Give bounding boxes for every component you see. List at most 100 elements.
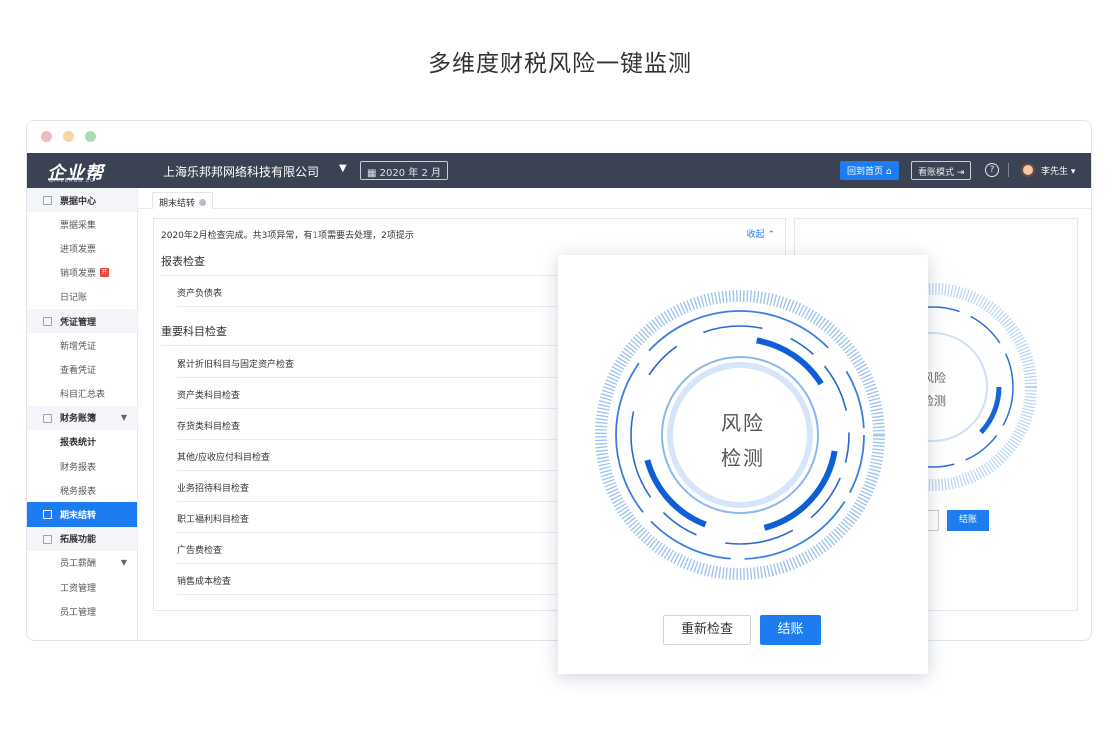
view-mode-button[interactable]: 看账模式 ⇥ [911, 161, 972, 180]
check-item[interactable]: 资产类科目检查 [177, 388, 240, 401]
collapse-label: 收起 [746, 230, 765, 240]
sidebar-item-view-voucher[interactable]: 查看凭证 [27, 357, 137, 381]
divider [177, 306, 561, 307]
sidebar-item-label: 科目汇总表 [60, 390, 106, 401]
grid-icon [43, 534, 52, 544]
company-dropdown-icon[interactable]: ▼ [339, 163, 347, 174]
sidebar-item-payroll[interactable]: 员工薪酬 ▼ [27, 551, 137, 575]
sidebar-item-label: 日记账 [60, 293, 88, 304]
home-button[interactable]: 回到首页 ⌂ [840, 161, 899, 180]
check-item[interactable]: 累计折旧科目与固定资产检查 [177, 357, 294, 370]
home-button-label: 回到首页 [847, 167, 884, 177]
check-item[interactable]: 职工福利科目检查 [177, 512, 249, 525]
risk-label: 风险 [721, 411, 765, 435]
avatar[interactable] [1021, 163, 1035, 177]
sidebar-item-label: 查看凭证 [60, 365, 97, 376]
section-title-report: 报表检查 [161, 255, 205, 268]
sidebar-item-label: 新增凭证 [60, 341, 97, 352]
chevron-down-icon: ▼ [120, 412, 127, 422]
chevron-down-icon: ▼ [120, 557, 127, 567]
divider [161, 275, 561, 276]
exit-icon: ⇥ [956, 168, 965, 178]
ledger-icon [43, 413, 52, 423]
user-menu[interactable]: 李先生 ▾ [1041, 164, 1075, 177]
divider [177, 594, 561, 595]
divider [177, 439, 561, 440]
sidebar-item-account-summary[interactable]: 科目汇总表 [27, 382, 137, 406]
detect-label: 检测 [721, 446, 765, 470]
sidebar-item-label: 工资管理 [60, 583, 97, 594]
background-settle-button[interactable]: 结账 [947, 510, 989, 531]
sidebar-item-label: 税务报表 [60, 486, 97, 497]
sidebar-section-ledgers[interactable]: 财务账簿 ▼ [27, 405, 137, 430]
collapse-link[interactable]: 收起 ⌃ [747, 227, 775, 240]
new-badge: 开 [100, 268, 110, 278]
close-dot-icon[interactable] [41, 131, 52, 142]
calendar-icon: ▦ [367, 168, 380, 179]
sidebar-section-period-close[interactable]: 期末结转 [27, 502, 137, 527]
divider [161, 345, 561, 346]
chevron-up-icon: ⌃ [767, 230, 775, 240]
sidebar-item-tax-reports[interactable]: 税务报表 [27, 478, 137, 502]
divider [177, 408, 561, 409]
check-item[interactable]: 业务招待科目检查 [177, 481, 249, 494]
tab-period-close[interactable]: 期末结转 [152, 192, 214, 209]
sidebar: 票据中心 票据采集 进项发票 销项发票开 日记账 凭证管理 新增凭证 查看凭证 … [27, 188, 138, 640]
window-titlebar [27, 121, 1091, 153]
divider [177, 532, 561, 533]
date-picker[interactable]: ▦ 2020 年 2 月 [360, 161, 448, 180]
sidebar-item-label: 报表统计 [60, 438, 97, 449]
sidebar-section-invoices[interactable]: 票据中心 [27, 188, 137, 213]
sidebar-item-label: 员工薪酬 [60, 559, 97, 570]
divider [177, 470, 561, 471]
check-summary: 2020年2月检查完成。共3项异常，有1项需要去处理，2项提示 [161, 228, 414, 241]
date-value: 2020 年 2 月 [379, 168, 441, 179]
sidebar-item-staff[interactable]: 员工管理 [27, 599, 137, 623]
check-item[interactable]: 广告费检查 [177, 543, 222, 556]
headline: 多维度财税风险一键监测 [428, 51, 692, 77]
logo-subtitle: QIYEBANG.CO [49, 178, 96, 184]
sidebar-section-vouchers[interactable]: 凭证管理 [27, 308, 137, 334]
check-item[interactable]: 存货类科目检查 [177, 419, 240, 432]
maximize-dot-icon[interactable] [85, 131, 96, 142]
recheck-button[interactable]: 重新检查 [663, 615, 751, 645]
sidebar-section-label: 拓展功能 [60, 535, 97, 546]
section-title-accounts: 重要科目检查 [161, 325, 227, 338]
sidebar-item-label: 票据采集 [60, 220, 97, 231]
app-header: 企业帮 QIYEBANG.CO 上海乐邦邦网络科技有限公司 ▼ ▦ 2020 年… [27, 153, 1091, 188]
summary-suffix: 项需要去处理，2项提示 [318, 231, 414, 241]
check-item[interactable]: 资产负债表 [177, 286, 222, 299]
sidebar-item-output-invoice[interactable]: 销项发票开 [27, 261, 137, 285]
sidebar-section-label: 凭证管理 [60, 317, 97, 328]
sidebar-item-financial-reports[interactable]: 财务报表 [27, 454, 137, 478]
divider [177, 563, 561, 564]
summary-prefix: 2020年2月检查完成。共3项异常，有 [161, 231, 313, 241]
tab-label: 期末结转 [159, 199, 196, 209]
sidebar-section-extensions[interactable]: 拓展功能 [27, 526, 137, 551]
sidebar-item-report-stats[interactable]: 报表统计 [27, 430, 137, 454]
sidebar-section-label: 票据中心 [60, 196, 97, 207]
sidebar-item-salary[interactable]: 工资管理 [27, 575, 137, 599]
sidebar-item-label: 进项发票 [60, 244, 97, 255]
username: 李先生 [1041, 167, 1069, 177]
check-item[interactable]: 其他/应收应付科目检查 [177, 450, 270, 463]
view-mode-label: 看账模式 [918, 168, 955, 178]
calendar-icon [43, 510, 52, 520]
settle-button[interactable]: 结账 [760, 615, 821, 645]
divider [177, 377, 561, 378]
sidebar-item-input-invoice[interactable]: 进项发票 [27, 236, 137, 260]
help-icon[interactable]: ? [985, 163, 999, 177]
sidebar-section-label: 财务账簿 [60, 414, 97, 425]
header-divider [1008, 163, 1009, 177]
minimize-dot-icon[interactable] [63, 131, 74, 142]
voucher-icon [43, 316, 52, 326]
sidebar-item-journal[interactable]: 日记账 [27, 285, 137, 309]
close-icon[interactable] [199, 199, 207, 206]
company-name[interactable]: 上海乐邦邦网络科技有限公司 [163, 163, 319, 180]
sidebar-item-new-voucher[interactable]: 新增凭证 [27, 333, 137, 357]
tab-bar: 期末结转 [138, 188, 1091, 209]
sidebar-item-invoice-collect[interactable]: 票据采集 [27, 212, 137, 236]
home-icon: ⌂ [885, 167, 892, 177]
invoice-icon [43, 196, 52, 205]
check-item[interactable]: 销售成本检查 [177, 574, 231, 587]
